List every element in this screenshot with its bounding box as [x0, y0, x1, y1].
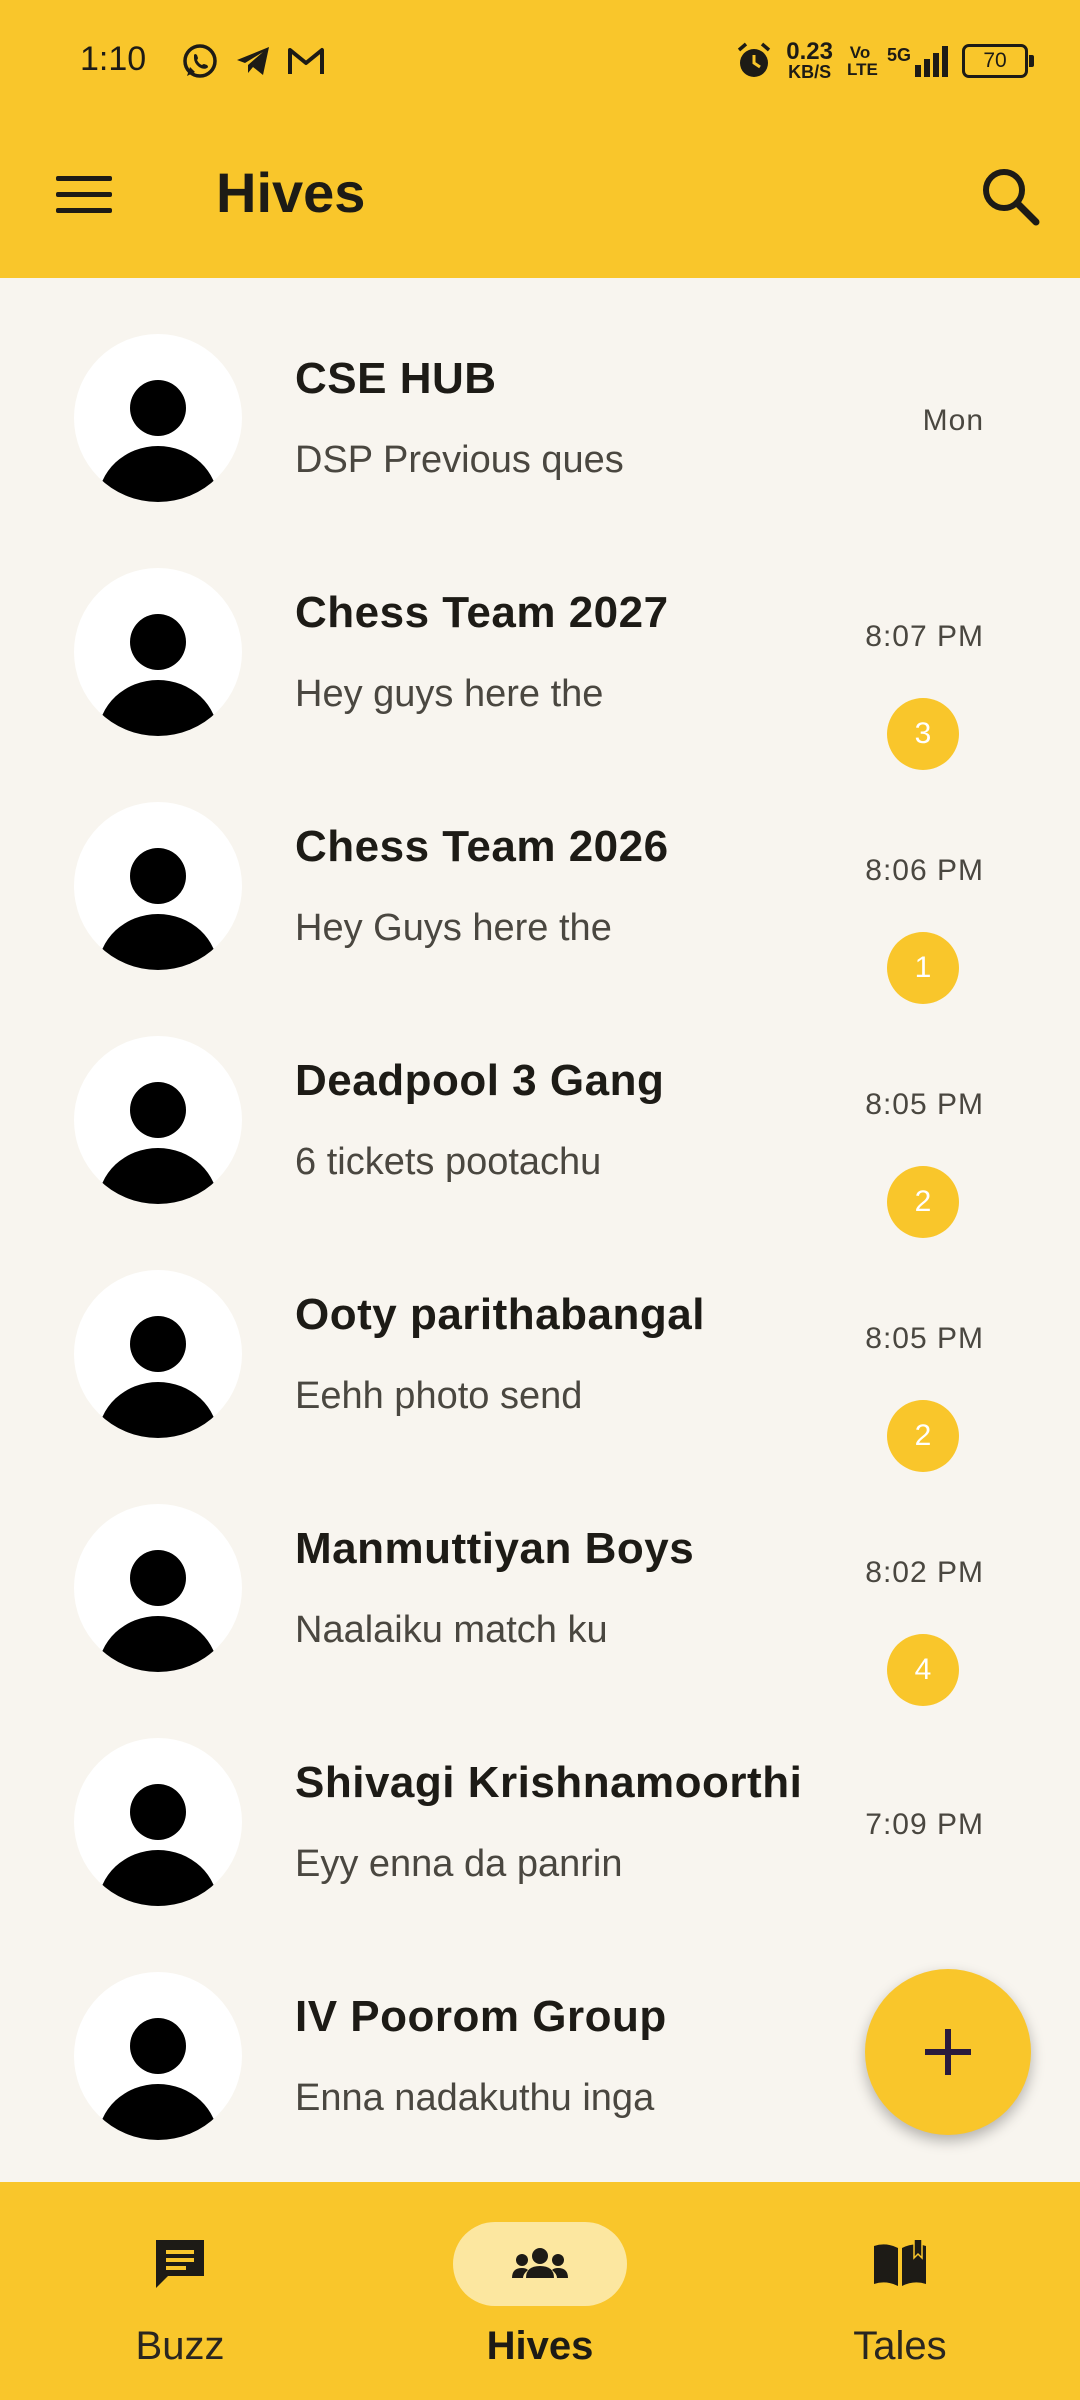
menu-icon-bar: [56, 192, 112, 197]
hive-name: Shivagi Krishnamoorthi: [295, 1758, 803, 1807]
net-speed-value: 0.23: [786, 38, 833, 65]
battery-indicator: 70: [962, 44, 1034, 78]
avatar: [74, 1270, 242, 1438]
last-message-preview: Eehh photo send: [295, 1375, 583, 1417]
net-speed: 0.23 KB/S: [786, 38, 833, 82]
new-hive-button[interactable]: [865, 1969, 1031, 2135]
status-time: 1:10: [80, 40, 147, 78]
avatar: [74, 802, 242, 970]
status-indicators: 0.23 KB/S Vo LTE 5G 70: [736, 36, 1034, 86]
hive-list-item[interactable]: Deadpool 3 Gang 6 tickets pootachu 8:05 PM…: [0, 980, 1080, 1238]
last-message-preview: Hey guys here the: [295, 673, 604, 715]
app-header: 1:10 0.23 KB/S Vo LTE 5G 70 Hives: [0, 0, 1080, 278]
hive-list-item[interactable]: Chess Team 2027 Hey guys here the 8:07 PM 3: [0, 512, 1080, 770]
menu-icon-bar: [56, 208, 112, 213]
avatar: [74, 1036, 242, 1204]
last-message-time: 7:09 PM: [865, 1808, 984, 1841]
hive-name: Manmuttiyan Boys: [295, 1524, 695, 1573]
last-message-time: 8:05 PM: [865, 1088, 984, 1121]
last-message-time: 8:07 PM: [865, 620, 984, 653]
hive-list-item[interactable]: Manmuttiyan Boys Naalaiku match ku 8:02 PM…: [0, 1448, 1080, 1706]
network-type: 5G: [886, 45, 911, 65]
hive-list-item[interactable]: CSE HUB DSP Previous ques Mon: [0, 278, 1080, 512]
nav-label-tales: Tales: [853, 2324, 947, 2368]
hive-list-item[interactable]: Ooty parithabangal Eehh photo send 8:05 PM…: [0, 1214, 1080, 1472]
last-message-preview: Hey Guys here the: [295, 907, 612, 949]
avatar: [74, 334, 242, 502]
page-title: Hives: [216, 161, 366, 224]
bottom-navigation: Buzz Hives Tales: [0, 2182, 1080, 2400]
last-message-time: 8:02 PM: [865, 1556, 984, 1589]
menu-button[interactable]: [46, 164, 122, 224]
last-message-preview: Naalaiku match ku: [295, 1609, 608, 1651]
last-message-time: 8:06 PM: [865, 854, 984, 887]
last-message-preview: 6 tickets pootachu: [295, 1141, 602, 1183]
volte-label: Vo LTE: [846, 43, 878, 79]
avatar: [74, 1972, 242, 2140]
plus-icon: [945, 2029, 951, 2075]
avatar: [74, 568, 242, 736]
hive-name: Chess Team 2026: [295, 822, 669, 871]
hive-list-item[interactable]: Chess Team 2026 Hey Guys here the 8:06 PM 1: [0, 746, 1080, 1004]
battery-level: 70: [983, 49, 1007, 72]
signal-indicator: 5G: [887, 45, 948, 77]
hive-name: Deadpool 3 Gang: [295, 1056, 665, 1105]
nav-item-hives[interactable]: Hives: [410, 2182, 670, 2400]
avatar: [74, 1504, 242, 1672]
gmail-icon: [288, 48, 324, 74]
whatsapp-icon: [183, 44, 217, 78]
net-speed-unit: KB/S: [788, 62, 832, 82]
search-icon[interactable]: [974, 160, 1046, 232]
hive-name: Chess Team 2027: [295, 588, 669, 637]
menu-icon-bar: [56, 176, 112, 181]
alarm-icon: [738, 42, 771, 77]
groups-icon: [512, 2248, 568, 2278]
last-message-time: 8:05 PM: [865, 1322, 984, 1355]
last-message-preview: Eyy enna da panrin: [295, 1843, 623, 1885]
book-icon: [874, 2240, 926, 2286]
nav-label-hives: Hives: [486, 2324, 594, 2368]
nav-label-buzz: Buzz: [135, 2324, 225, 2368]
hive-name: CSE HUB: [295, 354, 497, 403]
last-message-preview: Enna nadakuthu inga: [295, 2077, 655, 2119]
signal-bars-icon: [915, 46, 948, 77]
hive-name: IV Poorom Group: [295, 1992, 667, 2041]
nav-item-buzz[interactable]: Buzz: [50, 2182, 310, 2400]
nav-item-tales[interactable]: Tales: [770, 2182, 1030, 2400]
hive-list-item[interactable]: Shivagi Krishnamoorthi Eyy enna da panrin…: [0, 1682, 1080, 1916]
last-message-time: Mon: [922, 404, 984, 437]
hive-list[interactable]: CSE HUB DSP Previous ques Mon Chess Team 20…: [0, 278, 1080, 2182]
last-message-preview: DSP Previous ques: [295, 439, 624, 481]
chat-icon: [156, 2240, 204, 2288]
hive-name: Ooty parithabangal: [295, 1290, 705, 1339]
avatar: [74, 1738, 242, 1906]
telegram-icon: [237, 47, 269, 75]
